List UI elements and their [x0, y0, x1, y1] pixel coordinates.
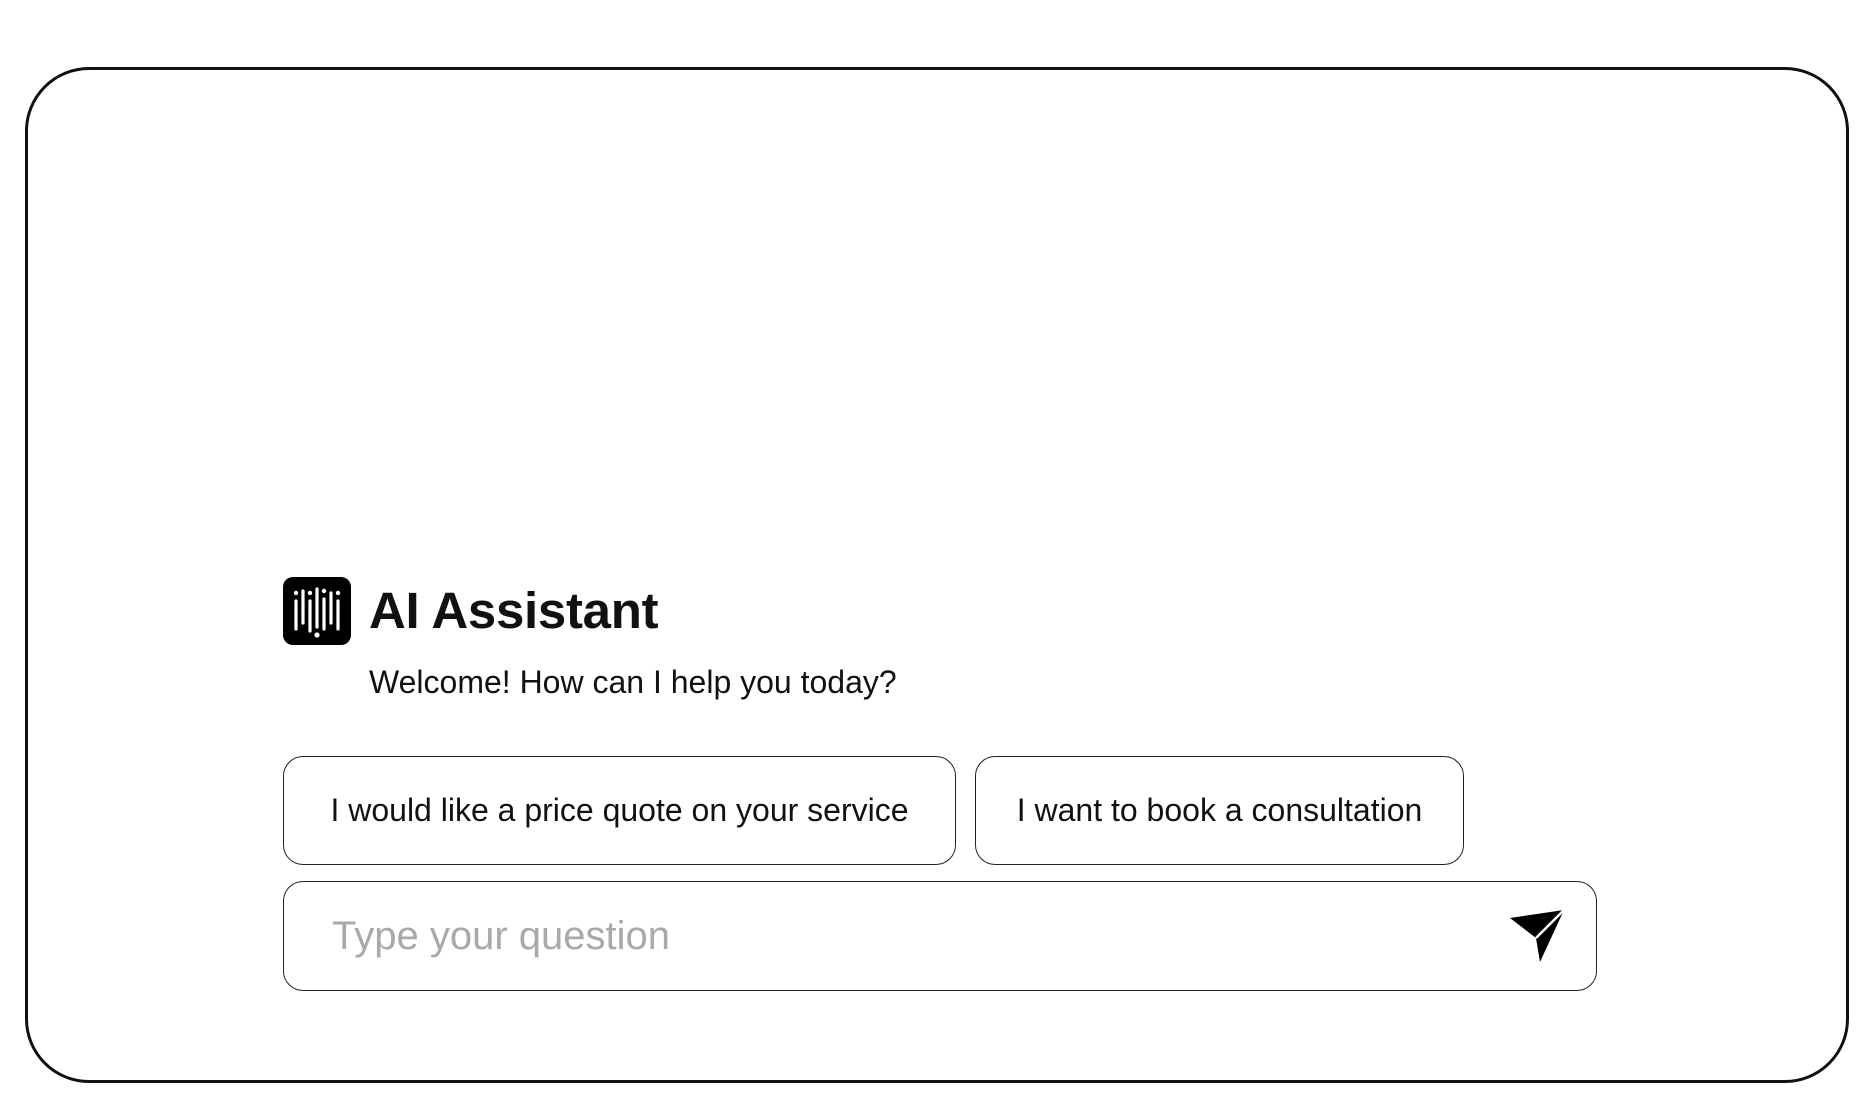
- question-input[interactable]: [332, 900, 1432, 972]
- suggestion-price-quote-button[interactable]: I would like a price quote on your servi…: [283, 756, 956, 865]
- question-composer: [283, 881, 1597, 991]
- assistant-title: AI Assistant: [369, 582, 659, 639]
- suggestion-book-consultation-button[interactable]: I want to book a consultation: [975, 756, 1464, 865]
- audio-bars-icon: [283, 577, 351, 645]
- send-icon[interactable]: [1506, 906, 1570, 970]
- welcome-message: Welcome! How can I help you today?: [369, 664, 897, 700]
